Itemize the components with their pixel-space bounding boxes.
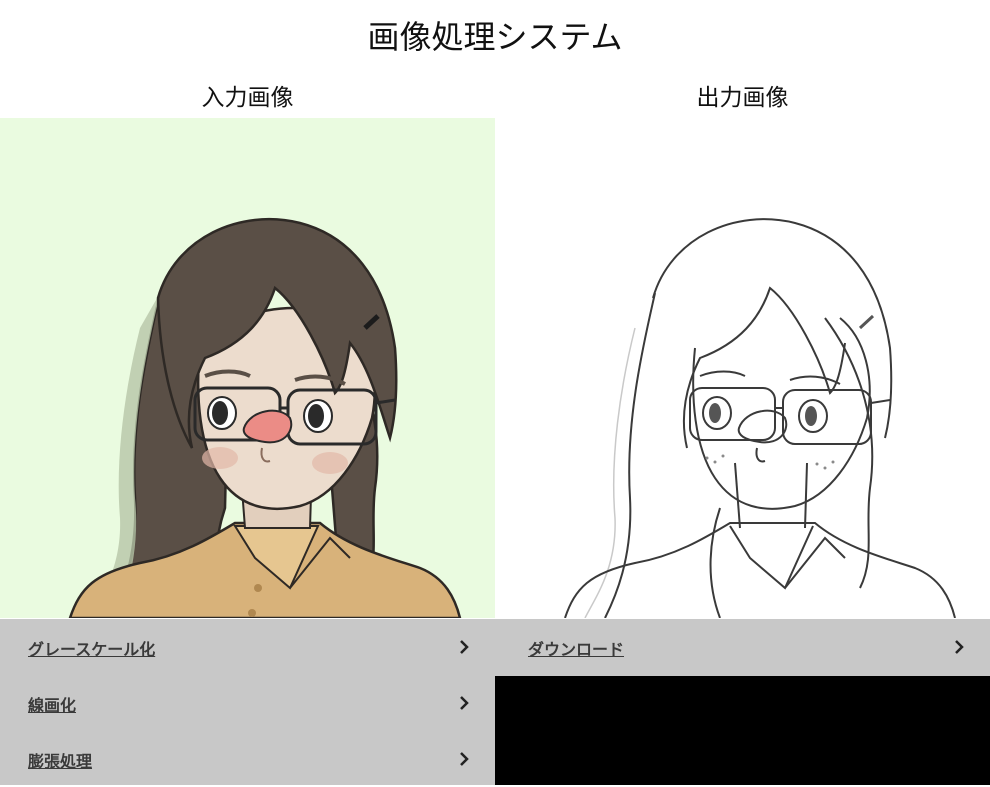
chevron-right-icon	[460, 640, 469, 654]
grayscale-label[interactable]: グレースケール化	[28, 636, 155, 660]
output-illustration	[495, 118, 990, 618]
output-image	[495, 118, 990, 618]
page-title: 画像処理システム	[367, 18, 623, 56]
output-image-heading: 出力画像	[696, 85, 789, 111]
output-panel: 出力画像	[495, 80, 990, 618]
dilation-label[interactable]: 膨張処理	[28, 748, 92, 772]
input-image	[0, 118, 495, 618]
download-menu: ダウンロード	[495, 619, 990, 676]
line-drawing-label[interactable]: 線画化	[28, 692, 76, 716]
chevron-right-icon	[460, 696, 469, 710]
grayscale-menu-item[interactable]: グレースケール化	[0, 619, 495, 675]
output-canvas-area	[495, 676, 990, 785]
processing-menu: グレースケール化 線画化 膨張処理	[0, 619, 495, 785]
download-menu-item[interactable]: ダウンロード	[495, 619, 990, 675]
input-illustration	[0, 118, 495, 618]
download-label[interactable]: ダウンロード	[528, 636, 624, 660]
line-drawing-menu-item[interactable]: 線画化	[0, 675, 495, 731]
dilation-menu-item[interactable]: 膨張処理	[0, 731, 495, 787]
chevron-right-icon	[955, 640, 964, 654]
chevron-right-icon	[460, 752, 469, 766]
input-image-heading: 入力画像	[201, 85, 294, 111]
input-panel: 入力画像	[0, 80, 495, 618]
